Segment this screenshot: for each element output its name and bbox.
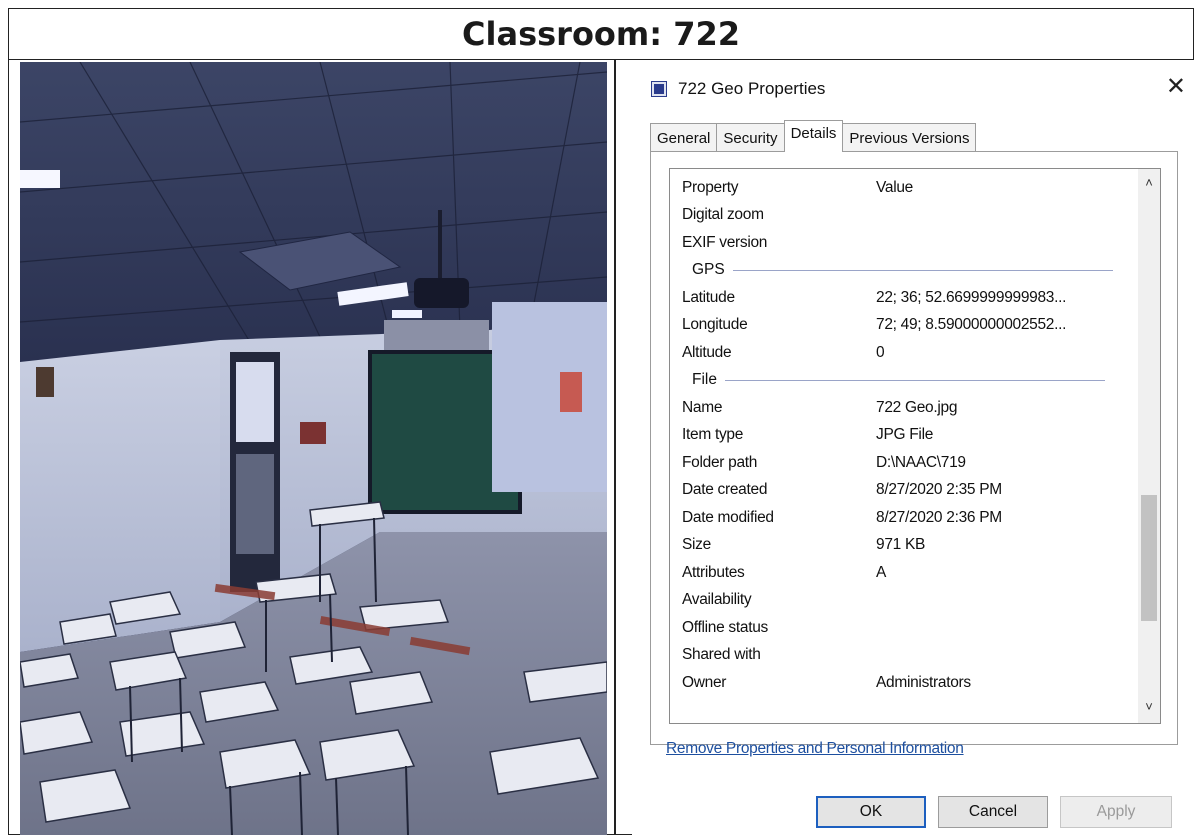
property-row[interactable]: Attributes A	[682, 560, 886, 586]
property-row[interactable]: Longitude 72; 49; 8.59000000002552...	[682, 312, 1066, 338]
file-properties-icon	[652, 82, 666, 96]
page-title: Classroom: 722	[462, 14, 740, 53]
classroom-photo-drawing	[20, 62, 607, 835]
property-value: 971 KB	[876, 536, 926, 553]
tab-strip: General Security Details Previous Versio…	[650, 120, 977, 152]
dialog-titlebar: 722 Geo Properties	[652, 78, 825, 100]
property-name: Date created	[682, 481, 768, 498]
property-row[interactable]: Name 722 Geo.jpg	[682, 395, 957, 421]
property-name: Shared with	[682, 646, 761, 663]
property-row[interactable]: Availability	[682, 587, 876, 613]
property-row[interactable]: Latitude 22; 36; 52.6699999999983...	[682, 285, 1066, 311]
property-row[interactable]: Folder path D:\NAAC\719	[682, 450, 966, 476]
property-row[interactable]: Date modified 8/27/2020 2:36 PM	[682, 505, 1002, 531]
property-row[interactable]: Owner Administrators	[682, 670, 971, 696]
close-icon[interactable]: ✕	[1166, 72, 1186, 101]
property-name: Availability	[682, 591, 752, 608]
property-row[interactable]: Offline status	[682, 615, 876, 641]
property-name: Folder path	[682, 453, 758, 471]
property-value: 8/27/2020 2:35 PM	[876, 481, 1002, 498]
tab-details[interactable]: Details	[783, 120, 844, 152]
page-title-bar: Classroom: 722	[8, 8, 1194, 60]
property-list[interactable]: Property Value Digital zoom EXIF version G…	[669, 168, 1161, 724]
property-value: 8/27/2020 2:36 PM	[876, 508, 1002, 526]
group-header: GPS	[684, 257, 1113, 283]
property-name: Longitude	[682, 316, 748, 333]
property-value: Administrators	[876, 673, 971, 691]
chevron-up-icon[interactable]: ˄	[1138, 175, 1160, 195]
group-label: File	[692, 371, 717, 388]
property-name: Digital zoom	[682, 206, 764, 223]
tab-security[interactable]: Security	[716, 123, 785, 152]
group-header: File	[684, 367, 1105, 393]
property-name: Owner	[682, 673, 727, 691]
property-name: Size	[682, 536, 711, 553]
property-name: Latitude	[682, 288, 735, 306]
property-row[interactable]: Digital zoom	[682, 202, 876, 228]
property-name: EXIF version	[682, 233, 768, 251]
column-header-value[interactable]: Value	[876, 179, 913, 197]
vertical-scrollbar[interactable]: ˄ ˅	[1138, 169, 1160, 723]
tab-general[interactable]: General	[650, 123, 718, 152]
property-value: 22; 36; 52.6699999999983...	[876, 288, 1067, 306]
remove-properties-link[interactable]: Remove Properties and Personal Informati…	[666, 740, 964, 758]
scrollbar-thumb[interactable]	[1141, 494, 1157, 621]
property-value: JPG File	[876, 426, 934, 443]
dialog-title: 722 Geo Properties	[678, 79, 826, 98]
property-value: 72; 49; 8.59000000002552...	[876, 316, 1067, 333]
property-name: Item type	[682, 426, 744, 443]
property-row[interactable]: Item type JPG File	[682, 422, 933, 448]
property-row[interactable]: Shared with	[682, 642, 876, 668]
properties-dialog: 722 Geo Properties ✕ General Security De…	[632, 60, 1194, 835]
property-name: Offline status	[682, 618, 768, 636]
column-divider	[614, 60, 616, 835]
property-name: Attributes	[682, 563, 745, 581]
property-value: 722 Geo.jpg	[876, 398, 958, 416]
group-divider	[724, 379, 1105, 381]
chevron-down-icon[interactable]: ˅	[1138, 699, 1160, 719]
property-value: 0	[876, 343, 885, 361]
column-header: Property Value	[682, 175, 913, 201]
property-value: D:\NAAC\719	[876, 453, 966, 471]
group-label: GPS	[692, 261, 725, 278]
property-row[interactable]: Altitude 0	[682, 340, 885, 366]
cancel-button[interactable]: Cancel	[938, 796, 1048, 828]
property-name: Date modified	[682, 508, 774, 526]
apply-button[interactable]: Apply	[1060, 796, 1172, 828]
property-row[interactable]: Size 971 KB	[682, 532, 925, 558]
details-panel: Property Value Digital zoom EXIF version G…	[650, 151, 1178, 745]
column-header-property[interactable]: Property	[682, 179, 876, 197]
property-row[interactable]: Date created 8/27/2020 2:35 PM	[682, 477, 1002, 503]
group-divider	[732, 269, 1113, 271]
tab-previous-versions[interactable]: Previous Versions	[842, 123, 977, 152]
property-name: Name	[682, 398, 723, 416]
property-name: Altitude	[682, 343, 732, 361]
classroom-photo	[20, 62, 607, 835]
property-value: A	[876, 563, 887, 581]
ok-button[interactable]: OK	[816, 796, 926, 828]
property-row[interactable]: EXIF version	[682, 230, 876, 256]
